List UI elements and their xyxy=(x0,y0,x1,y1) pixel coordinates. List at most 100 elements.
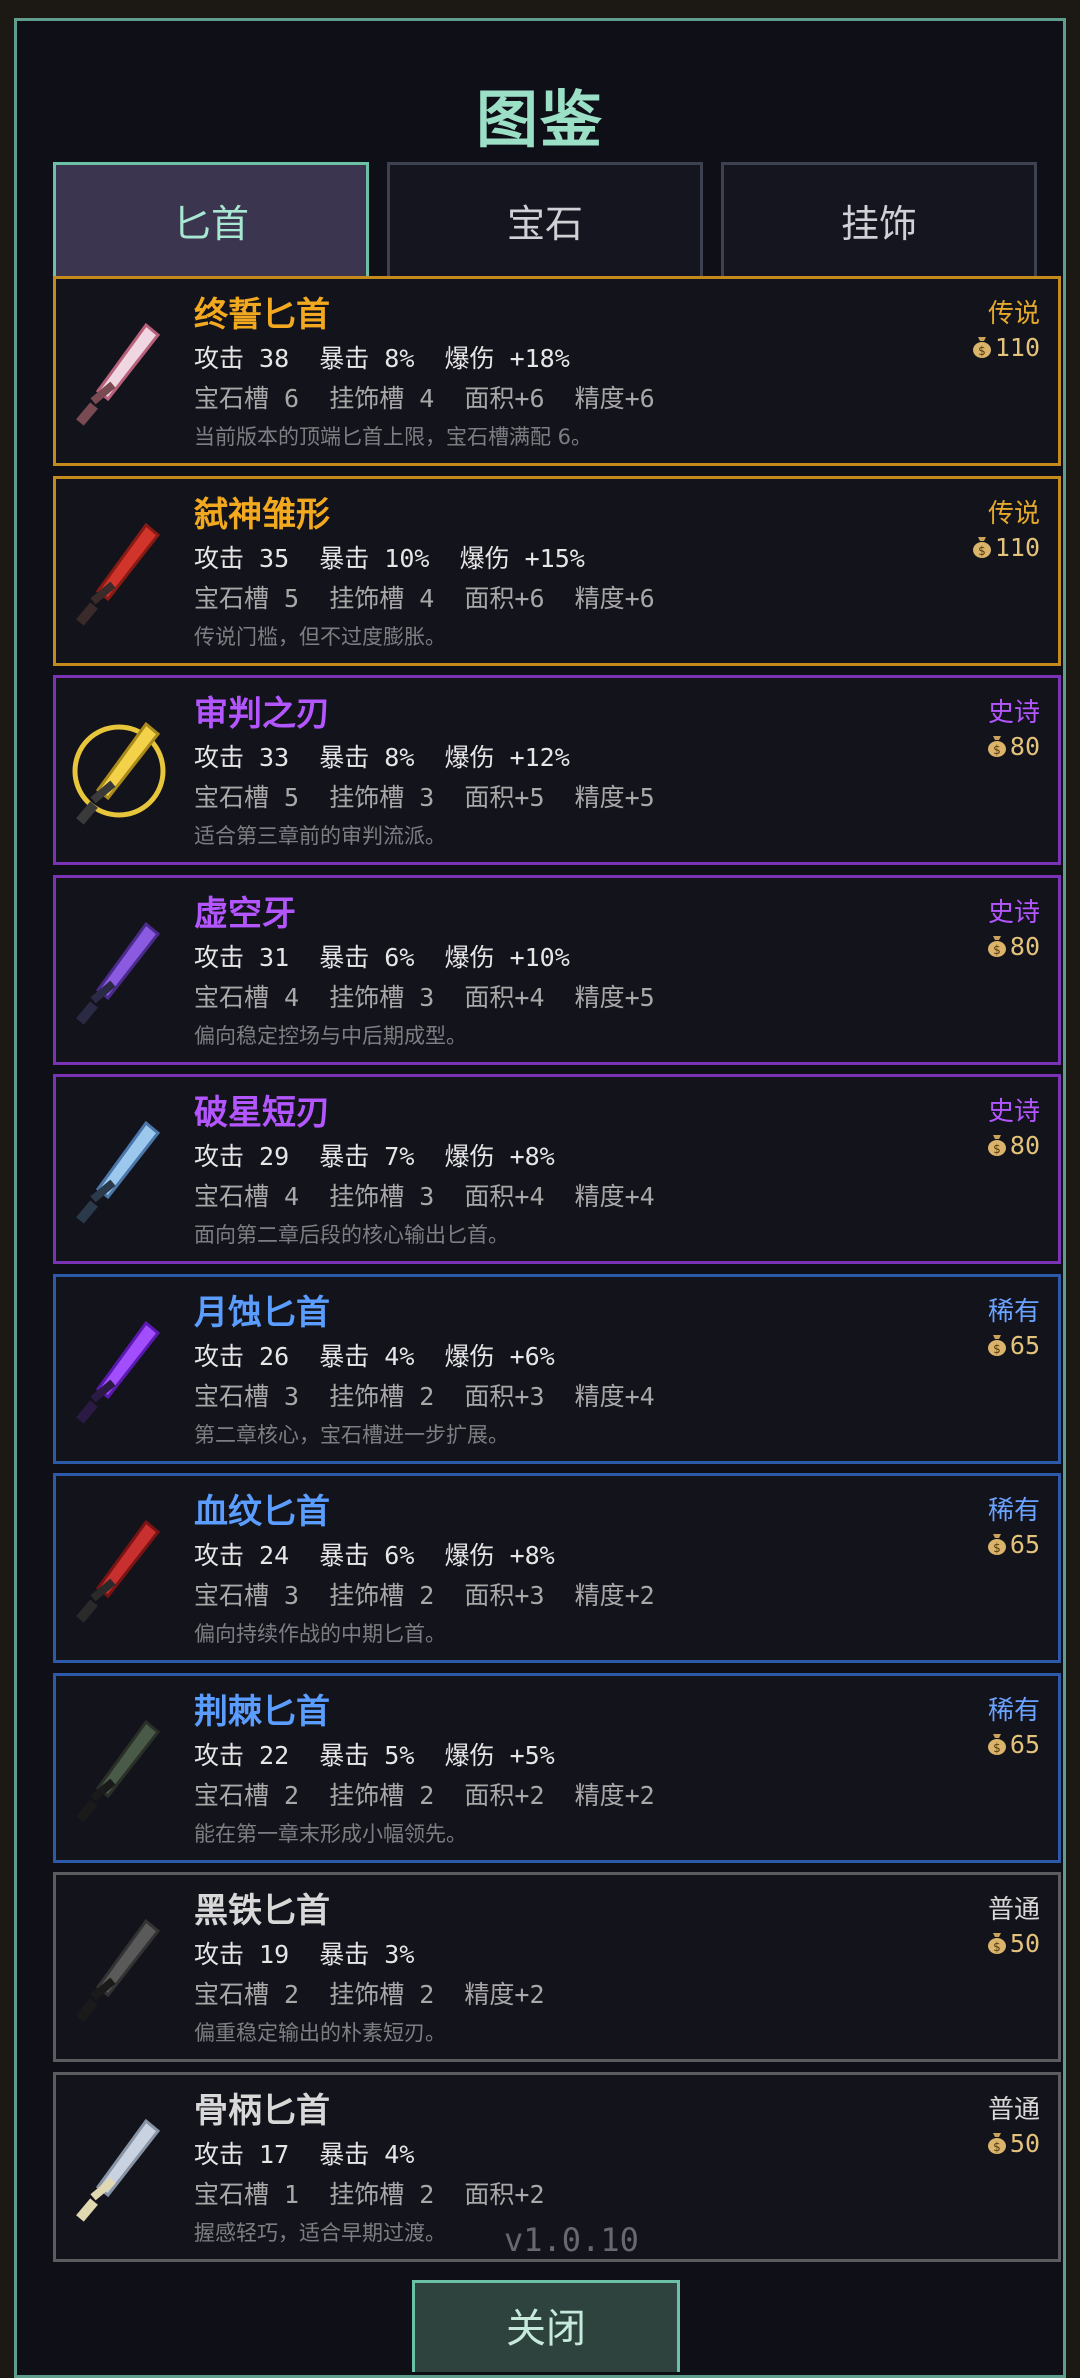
price-value: 50 xyxy=(1009,2128,1040,2158)
money-bag-icon: $ xyxy=(972,337,991,358)
item-price: $80 xyxy=(986,932,1040,961)
item-stats-primary: 攻击 29 暴击 7% 爆伤 +8% xyxy=(194,1142,555,1171)
item-stats-secondary: 宝石槽 3 挂饰槽 2 面积+3 精度+2 xyxy=(194,1581,655,1610)
rarity-label: 传说 xyxy=(987,498,1040,529)
category-tabs: 匕首 宝石 挂饰 xyxy=(53,162,1037,288)
tab-gem[interactable]: 宝石 xyxy=(387,162,703,286)
blood-dagger-icon xyxy=(68,1504,170,1634)
tab-dagger[interactable]: 匕首 xyxy=(53,162,369,286)
iron-dagger-icon xyxy=(68,1903,170,2033)
crimson-blade-icon xyxy=(68,507,170,637)
void-fang-icon xyxy=(68,906,170,1036)
item-stats-secondary: 宝石槽 5 挂饰槽 3 面积+5 精度+5 xyxy=(194,783,655,812)
item-description: 当前版本的顶端匕首上限，宝石槽满配 6。 xyxy=(194,425,593,449)
item-list[interactable]: 终誓匕首 攻击 38 暴击 8% 爆伤 +18% 宝石槽 6 挂饰槽 4 面积+… xyxy=(53,276,1061,2271)
bone-dagger-icon xyxy=(68,2103,170,2233)
rarity-label: 史诗 xyxy=(987,698,1040,728)
page-title: 图鉴 xyxy=(475,83,604,156)
thorn-dagger-icon xyxy=(68,1704,170,1834)
item-stats-primary: 攻击 26 暴击 4% 爆伤 +6% xyxy=(194,1341,555,1371)
item-description: 能在第一章末形成小幅领先。 xyxy=(194,1821,467,1846)
item-card[interactable]: 黑铁匕首 攻击 19 暴击 3% 宝石槽 2 挂饰槽 2 精度+2 偏重稳定输出… xyxy=(53,1872,1061,2062)
money-bag-icon: $ xyxy=(987,736,1006,757)
item-price: $65 xyxy=(986,1331,1040,1360)
item-stats-primary: 攻击 35 暴击 10% 爆伤 +15% xyxy=(194,543,585,573)
ornate-dagger-icon xyxy=(68,307,170,437)
golden-sword-icon xyxy=(68,706,170,836)
rarity-label: 史诗 xyxy=(987,897,1040,928)
item-stats-secondary: 宝石槽 4 挂饰槽 3 面积+4 精度+5 xyxy=(194,982,655,1012)
rarity-label: 稀有 xyxy=(987,1496,1040,1526)
item-price: $80 xyxy=(986,732,1040,761)
item-description: 面向第二章后段的核心输出匕首。 xyxy=(194,1223,509,1247)
svg-text:$: $ xyxy=(978,544,986,558)
item-stats-primary: 攻击 22 暴击 5% 爆伤 +5% xyxy=(194,1740,555,1770)
svg-text:$: $ xyxy=(993,1541,1001,1555)
item-stats-secondary: 宝石槽 2 挂饰槽 2 精度+2 xyxy=(194,1980,545,2009)
item-stats-primary: 攻击 38 暴击 8% 爆伤 +18% xyxy=(194,344,570,373)
svg-text:$: $ xyxy=(993,2140,1001,2154)
close-button[interactable]: 关闭 xyxy=(412,2280,680,2372)
codex-panel: 图鉴 匕首 宝石 挂饰 终誓匕首 攻击 38 暴击 8% 爆伤 +18% 宝石槽… xyxy=(14,18,1066,2378)
svg-text:$: $ xyxy=(993,1142,1001,1156)
svg-text:$: $ xyxy=(993,1342,1001,1356)
money-bag-icon: $ xyxy=(987,1733,1006,1755)
tab-charm[interactable]: 挂饰 xyxy=(721,162,1037,286)
item-price: $110 xyxy=(971,533,1040,562)
item-price: $110 xyxy=(971,333,1040,362)
item-stats-secondary: 宝石槽 6 挂饰槽 4 面积+6 精度+6 xyxy=(194,384,655,413)
item-name: 荆棘匕首 xyxy=(194,1691,330,1732)
item-description: 偏向持续作战的中期匕首。 xyxy=(194,1622,446,1646)
item-description: 握感轻巧，适合早期过渡。 xyxy=(194,2220,446,2245)
item-price: $80 xyxy=(986,1131,1040,1160)
price-value: 65 xyxy=(1009,1330,1040,1360)
price-value: 80 xyxy=(1009,1131,1040,1160)
item-stats-secondary: 宝石槽 3 挂饰槽 2 面积+3 精度+4 xyxy=(194,1381,655,1411)
rarity-label: 普通 xyxy=(987,1895,1040,1925)
item-price: $65 xyxy=(986,1730,1040,1759)
money-bag-icon: $ xyxy=(987,935,1006,957)
eclipse-dagger-icon xyxy=(68,1305,170,1435)
item-description: 适合第三章前的审判流派。 xyxy=(194,824,446,848)
item-name: 破星短刃 xyxy=(194,1093,330,1133)
item-card[interactable]: 破星短刃 攻击 29 暴击 7% 爆伤 +8% 宝石槽 4 挂饰槽 3 面积+4… xyxy=(53,1074,1061,1264)
rarity-label: 传说 xyxy=(987,299,1040,329)
svg-text:$: $ xyxy=(993,1741,1001,1755)
price-value: 80 xyxy=(1009,732,1040,761)
price-value: 80 xyxy=(1009,931,1040,961)
item-stats-secondary: 宝石槽 1 挂饰槽 2 面积+2 xyxy=(194,2179,545,2209)
item-description: 第二章核心，宝石槽进一步扩展。 xyxy=(194,1422,509,1447)
item-stats-primary: 攻击 33 暴击 8% 爆伤 +12% xyxy=(194,743,570,772)
item-description: 传说门槛，但不过度膨胀。 xyxy=(194,624,446,649)
item-name: 审判之刃 xyxy=(194,694,330,734)
item-stats-secondary: 宝石槽 2 挂饰槽 2 面积+2 精度+2 xyxy=(194,1780,655,1810)
item-card[interactable]: 终誓匕首 攻击 38 暴击 8% 爆伤 +18% 宝石槽 6 挂饰槽 4 面积+… xyxy=(53,276,1061,466)
money-bag-icon: $ xyxy=(987,2132,1006,2154)
item-card[interactable]: 荆棘匕首 攻击 22 暴击 5% 爆伤 +5% 宝石槽 2 挂饰槽 2 面积+2… xyxy=(53,1672,1061,1863)
item-name: 虚空牙 xyxy=(194,893,296,934)
item-card[interactable]: 血纹匕首 攻击 24 暴击 6% 爆伤 +8% 宝石槽 3 挂饰槽 2 面积+3… xyxy=(53,1473,1061,1663)
rarity-label: 史诗 xyxy=(987,1097,1040,1127)
item-card[interactable]: 弑神雏形 攻击 35 暴击 10% 爆伤 +15% 宝石槽 5 挂饰槽 4 面积… xyxy=(53,475,1061,666)
rarity-label: 稀有 xyxy=(987,1695,1040,1726)
item-card[interactable]: 审判之刃 攻击 33 暴击 8% 爆伤 +12% 宝石槽 5 挂饰槽 3 面积+… xyxy=(53,675,1061,865)
version-label: v1.0.10 xyxy=(504,2221,639,2259)
price-value: 65 xyxy=(1009,1729,1040,1759)
item-price: $65 xyxy=(986,1530,1040,1559)
item-stats-primary: 攻击 31 暴击 6% 爆伤 +10% xyxy=(194,942,570,972)
money-bag-icon: $ xyxy=(987,1135,1006,1156)
item-card[interactable]: 虚空牙 攻击 31 暴击 6% 爆伤 +10% 宝石槽 4 挂饰槽 3 面积+4… xyxy=(53,874,1061,1065)
item-name: 骨柄匕首 xyxy=(194,2090,330,2131)
item-stats-primary: 攻击 17 暴击 4% xyxy=(194,2139,415,2169)
money-bag-icon: $ xyxy=(972,536,991,558)
item-name: 终誓匕首 xyxy=(194,295,330,335)
svg-text:$: $ xyxy=(978,344,986,358)
item-card[interactable]: 月蚀匕首 攻击 26 暴击 4% 爆伤 +6% 宝石槽 3 挂饰槽 2 面积+3… xyxy=(53,1273,1061,1464)
item-stats-primary: 攻击 24 暴击 6% 爆伤 +8% xyxy=(194,1541,555,1570)
price-value: 50 xyxy=(1009,1929,1040,1958)
item-stats-secondary: 宝石槽 4 挂饰槽 3 面积+4 精度+4 xyxy=(194,1182,655,1211)
crystal-blade-icon xyxy=(68,1105,170,1235)
item-stats-primary: 攻击 19 暴击 3% xyxy=(194,1940,415,1969)
item-price: $50 xyxy=(986,1929,1040,1958)
item-description: 偏重稳定输出的朴素短刃。 xyxy=(194,2021,446,2045)
